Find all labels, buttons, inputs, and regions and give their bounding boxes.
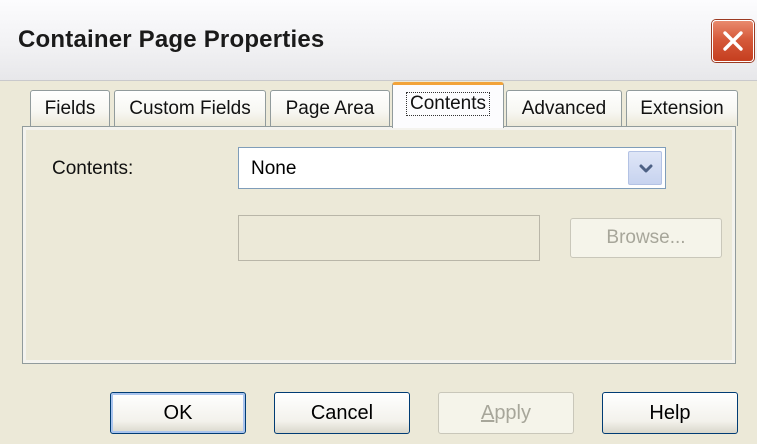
contents-path-field <box>238 215 540 261</box>
contents-label: Contents: <box>52 158 134 179</box>
apply-button: Apply <box>438 392 574 434</box>
browse-button: Browse... <box>570 218 722 258</box>
title-bar[interactable]: Container Page Properties <box>0 0 757 81</box>
contents-dropdown-button[interactable] <box>628 151 662 185</box>
ok-button[interactable]: OK <box>110 392 246 434</box>
window-title: Container Page Properties <box>18 26 325 53</box>
tab-label: Fields <box>44 97 96 119</box>
cancel-button[interactable]: Cancel <box>274 392 410 434</box>
tab-fields[interactable]: Fields <box>30 90 110 126</box>
tab-contents[interactable]: Contents <box>392 82 504 128</box>
help-button[interactable]: Help <box>602 392 738 434</box>
close-icon <box>723 31 743 51</box>
chevron-down-icon <box>639 164 653 173</box>
apply-mnemonic: A <box>480 401 495 424</box>
tab-label: Custom Fields <box>129 97 251 119</box>
tab-label: Page Area <box>285 97 375 119</box>
apply-label-rest: pply <box>494 401 532 424</box>
tab-page-area[interactable]: Page Area <box>270 90 390 126</box>
tab-custom-fields[interactable]: Custom Fields <box>114 90 266 126</box>
contents-select-value: None <box>251 158 297 179</box>
tab-advanced[interactable]: Advanced <box>506 90 622 126</box>
tab-extension[interactable]: Extension <box>626 90 738 126</box>
tab-label: Extension <box>640 97 724 119</box>
tab-label: Advanced <box>521 97 607 119</box>
close-button[interactable] <box>712 20 754 62</box>
tab-label: Contents <box>405 91 491 116</box>
contents-select[interactable]: None <box>238 147 666 189</box>
